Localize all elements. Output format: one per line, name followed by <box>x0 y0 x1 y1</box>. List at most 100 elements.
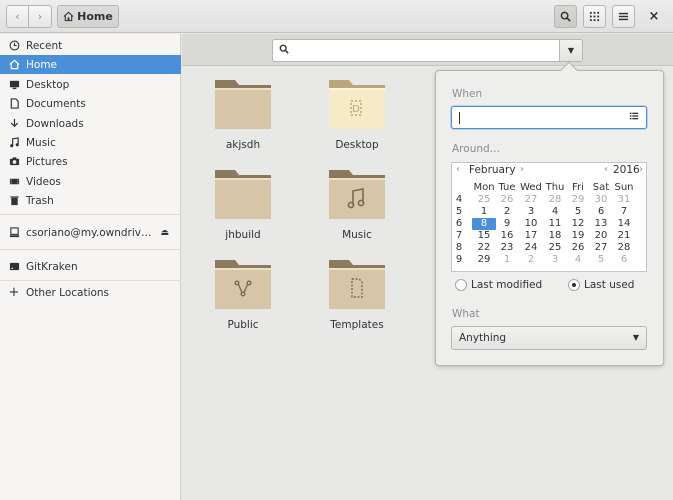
sidebar-item-label: Home <box>26 58 58 71</box>
calendar-day[interactable]: 6 <box>612 254 636 266</box>
calendar-day[interactable]: 2 <box>519 254 543 266</box>
calendar-day[interactable]: 29 <box>472 254 496 266</box>
search-filter-dropdown-button[interactable]: ▼ <box>559 39 583 62</box>
last-modified-radio[interactable]: Last modified <box>455 279 542 291</box>
calendar-day[interactable]: 7 <box>612 206 636 218</box>
calendar-day[interactable]: 30 <box>589 194 613 206</box>
calendar-day[interactable]: 10 <box>519 218 543 230</box>
plus-icon: + <box>8 285 20 300</box>
sidebar-item-recent[interactable]: Recent <box>0 36 181 55</box>
file-item-jhbuild[interactable]: jhbuild <box>193 167 293 253</box>
sidebar-item-label: Other Locations <box>26 286 110 299</box>
file-item-public[interactable]: Public <box>193 257 293 343</box>
file-name: Templates <box>330 319 384 331</box>
calendar-day[interactable]: 22 <box>472 242 496 254</box>
calendar-day[interactable]: 26 <box>495 194 519 206</box>
calendar-week-number: 6 <box>455 218 463 229</box>
calendar-day[interactable]: 18 <box>543 230 567 242</box>
list-icon[interactable] <box>629 111 639 124</box>
home-icon <box>8 59 20 71</box>
search-toggle-button[interactable] <box>554 5 577 28</box>
sidebar-item-label: Trash <box>26 194 54 207</box>
calendar-day[interactable]: 25 <box>543 242 567 254</box>
calendar-day[interactable]: 1 <box>495 254 519 266</box>
calendar-day[interactable]: 13 <box>589 218 613 230</box>
calendar-day[interactable]: 14 <box>612 218 636 230</box>
calendar-day[interactable]: 25 <box>472 194 496 206</box>
calendar-day[interactable]: 28 <box>612 242 636 254</box>
sidebar-item-pictures[interactable]: Pictures <box>0 152 181 171</box>
chevron-down-icon: ▼ <box>567 46 575 55</box>
file-item-akjsdh[interactable]: akjsdh <box>193 77 293 163</box>
file-item-desktop[interactable]: D Desktop <box>307 77 407 163</box>
forward-button[interactable]: › <box>29 5 52 28</box>
calendar-day[interactable]: 2 <box>495 206 519 218</box>
search-icon <box>560 11 571 22</box>
calendar-day[interactable]: 28 <box>543 194 567 206</box>
back-button[interactable]: ‹ <box>6 5 29 28</box>
chevron-left-icon: ‹ <box>15 10 20 23</box>
trash-icon <box>8 195 20 207</box>
eject-icon[interactable]: ⏏ <box>160 228 169 238</box>
calendar-day[interactable]: 4 <box>543 206 567 218</box>
search-icon <box>279 44 289 57</box>
desktop-folder-icon: D <box>329 80 385 129</box>
calendar-day[interactable]: 16 <box>495 230 519 242</box>
calendar-day[interactable]: 1 <box>472 206 496 218</box>
previous-month-icon[interactable]: ‹ <box>456 164 460 175</box>
calendar-day[interactable]: 21 <box>612 230 636 242</box>
menu-button[interactable] <box>612 5 635 28</box>
calendar-day-header: Sun <box>614 182 634 193</box>
sidebar-item-home[interactable]: Home <box>0 55 181 74</box>
calendar-day[interactable]: 11 <box>543 218 567 230</box>
search-input[interactable] <box>272 39 560 62</box>
home-icon <box>63 11 74 22</box>
calendar-day[interactable]: 5 <box>566 206 590 218</box>
calendar-day[interactable]: 17 <box>519 230 543 242</box>
close-button[interactable]: × <box>646 9 662 25</box>
next-month-icon[interactable]: › <box>520 164 524 175</box>
date-input[interactable] <box>451 106 647 129</box>
file-item-templates[interactable]: Templates <box>307 257 407 343</box>
calendar-day[interactable]: 27 <box>589 242 613 254</box>
sidebar-item-desktop[interactable]: Desktop <box>0 75 181 94</box>
calendar-day[interactable]: 26 <box>566 242 590 254</box>
calendar-day[interactable]: 27 <box>519 194 543 206</box>
file-item-music[interactable]: Music <box>307 167 407 253</box>
sidebar-item-trash[interactable]: Trash <box>0 191 181 210</box>
calendar-day[interactable]: 12 <box>566 218 590 230</box>
calendar-day[interactable]: 19 <box>566 230 590 242</box>
sidebar-item-other-locations[interactable]: + Other Locations <box>0 283 181 302</box>
calendar-day[interactable]: 5 <box>589 254 613 266</box>
calendar-day[interactable]: 8 <box>472 218 496 230</box>
calendar-day[interactable]: 31 <box>612 194 636 206</box>
sidebar-item-music[interactable]: Music <box>0 133 181 152</box>
calendar-day[interactable]: 4 <box>566 254 590 266</box>
calendar-day[interactable]: 9 <box>495 218 519 230</box>
calendar-day[interactable]: 24 <box>519 242 543 254</box>
sidebar-item-documents[interactable]: Documents <box>0 94 181 113</box>
sidebar-item-label: Downloads <box>26 117 84 130</box>
calendar-day[interactable]: 23 <box>495 242 519 254</box>
file-type-select[interactable]: Anything ▼ <box>451 326 647 350</box>
sidebar-item-gitkraken[interactable]: GitKraken <box>0 257 181 276</box>
sidebar-item-videos[interactable]: Videos <box>0 172 181 191</box>
file-name: jhbuild <box>225 229 261 241</box>
calendar-year: 2016 <box>613 164 640 176</box>
sidebar-item-network-drive[interactable]: csoriano@my.owndriv… ⏏ <box>0 223 181 242</box>
calendar-day[interactable]: 29 <box>566 194 590 206</box>
drive-icon <box>8 261 20 273</box>
calendar-day[interactable]: 20 <box>589 230 613 242</box>
sidebar-item-downloads[interactable]: Downloads <box>0 114 181 133</box>
around-label: Around… <box>452 143 501 155</box>
last-used-radio[interactable]: Last used <box>568 279 634 291</box>
path-home-button[interactable]: Home <box>57 5 119 28</box>
view-mode-button[interactable] <box>583 5 606 28</box>
calendar-day[interactable]: 3 <box>519 206 543 218</box>
calendar-day[interactable]: 3 <box>543 254 567 266</box>
next-year-icon[interactable]: › <box>639 164 643 175</box>
previous-year-icon[interactable]: ‹ <box>604 164 608 175</box>
calendar-day[interactable]: 6 <box>589 206 613 218</box>
camera-icon <box>8 156 20 168</box>
calendar-day[interactable]: 15 <box>472 230 496 242</box>
